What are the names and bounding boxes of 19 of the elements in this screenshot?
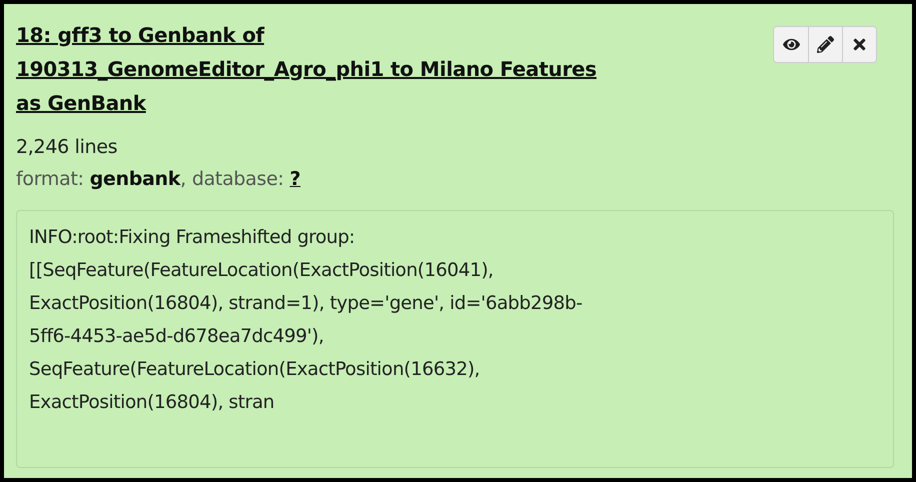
dataset-title-link[interactable]: 18: gff3 to Genbank of 190313_GenomeEditor_Agro_phi1 to Milano Features as GenBank <box>16 18 597 120</box>
peek-line: 5ff6-4453-ae5d-d678ea7dc499'), <box>29 325 325 349</box>
view-button[interactable] <box>774 27 808 62</box>
line-count: 2,246 lines <box>16 135 118 160</box>
peek-line: ExactPosition(16804), strand=1), type='gene', id='6abb298b- <box>29 292 584 316</box>
format-value: genbank <box>90 168 180 190</box>
peek-line: [[SeqFeature(FeatureLocation(ExactPosition(16041), <box>29 259 494 283</box>
database-label: database: <box>192 167 284 192</box>
eye-icon <box>782 36 800 53</box>
peek-line: INFO:root:Fixing Frameshifted group: <box>29 226 356 250</box>
peek-line: SeqFeature(FeatureLocation(ExactPosition(16632), <box>29 358 481 382</box>
format-label: format: <box>16 167 84 192</box>
close-icon <box>851 36 868 53</box>
separator-comma: , <box>180 168 186 190</box>
peek-line: ExactPosition(16804), stran <box>29 391 276 415</box>
delete-button[interactable] <box>842 27 876 62</box>
pencil-icon <box>817 36 834 53</box>
edit-button[interactable] <box>808 27 842 62</box>
database-link[interactable]: ? <box>290 164 300 194</box>
